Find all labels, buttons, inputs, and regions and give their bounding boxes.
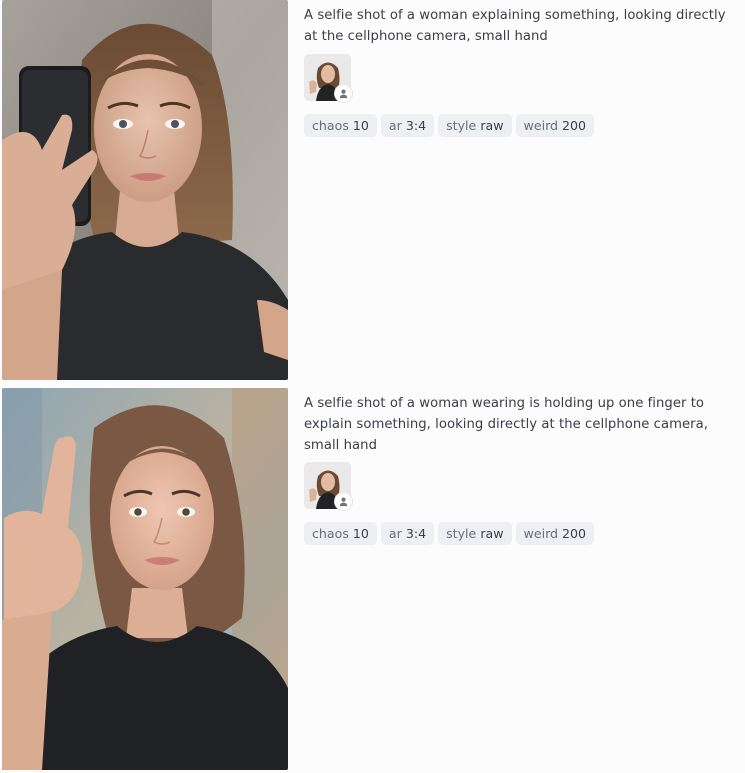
parameter-chips: chaos 10 ar 3:4 style raw weird 200 [304, 522, 734, 546]
generated-image-selfie-finger[interactable] [2, 388, 288, 770]
result-card: A selfie shot of a woman explaining some… [0, 0, 745, 380]
user-reference-badge [335, 84, 352, 102]
aspect-ratio-param-chip[interactable]: ar 3:4 [380, 522, 435, 546]
generated-image-selfie-phone[interactable] [2, 0, 288, 380]
result-info: A selfie shot of a woman explaining some… [304, 6, 734, 137]
reference-image-thumbnail[interactable] [304, 462, 352, 511]
prompt-text[interactable]: A selfie shot of a woman wearing is hold… [304, 394, 734, 456]
selfie-finger-illustration [2, 388, 288, 770]
reference-image-thumbnail[interactable] [304, 53, 352, 102]
user-icon [339, 89, 348, 98]
weird-param-chip[interactable]: weird 200 [515, 113, 595, 137]
prompt-text[interactable]: A selfie shot of a woman explaining some… [304, 6, 734, 48]
style-param-chip[interactable]: style raw [438, 113, 512, 137]
user-reference-badge [335, 493, 352, 511]
result-card: A selfie shot of a woman wearing is hold… [0, 388, 745, 770]
aspect-ratio-param-chip[interactable]: ar 3:4 [380, 113, 435, 137]
parameter-chips: chaos 10 ar 3:4 style raw weird 200 [304, 113, 734, 137]
selfie-phone-illustration [2, 0, 288, 380]
chaos-param-chip[interactable]: chaos 10 [304, 113, 377, 137]
user-icon [339, 497, 348, 507]
chaos-param-chip[interactable]: chaos 10 [304, 522, 377, 546]
style-param-chip[interactable]: style raw [438, 522, 512, 546]
result-info: A selfie shot of a woman wearing is hold… [304, 394, 734, 546]
weird-param-chip[interactable]: weird 200 [515, 522, 595, 546]
